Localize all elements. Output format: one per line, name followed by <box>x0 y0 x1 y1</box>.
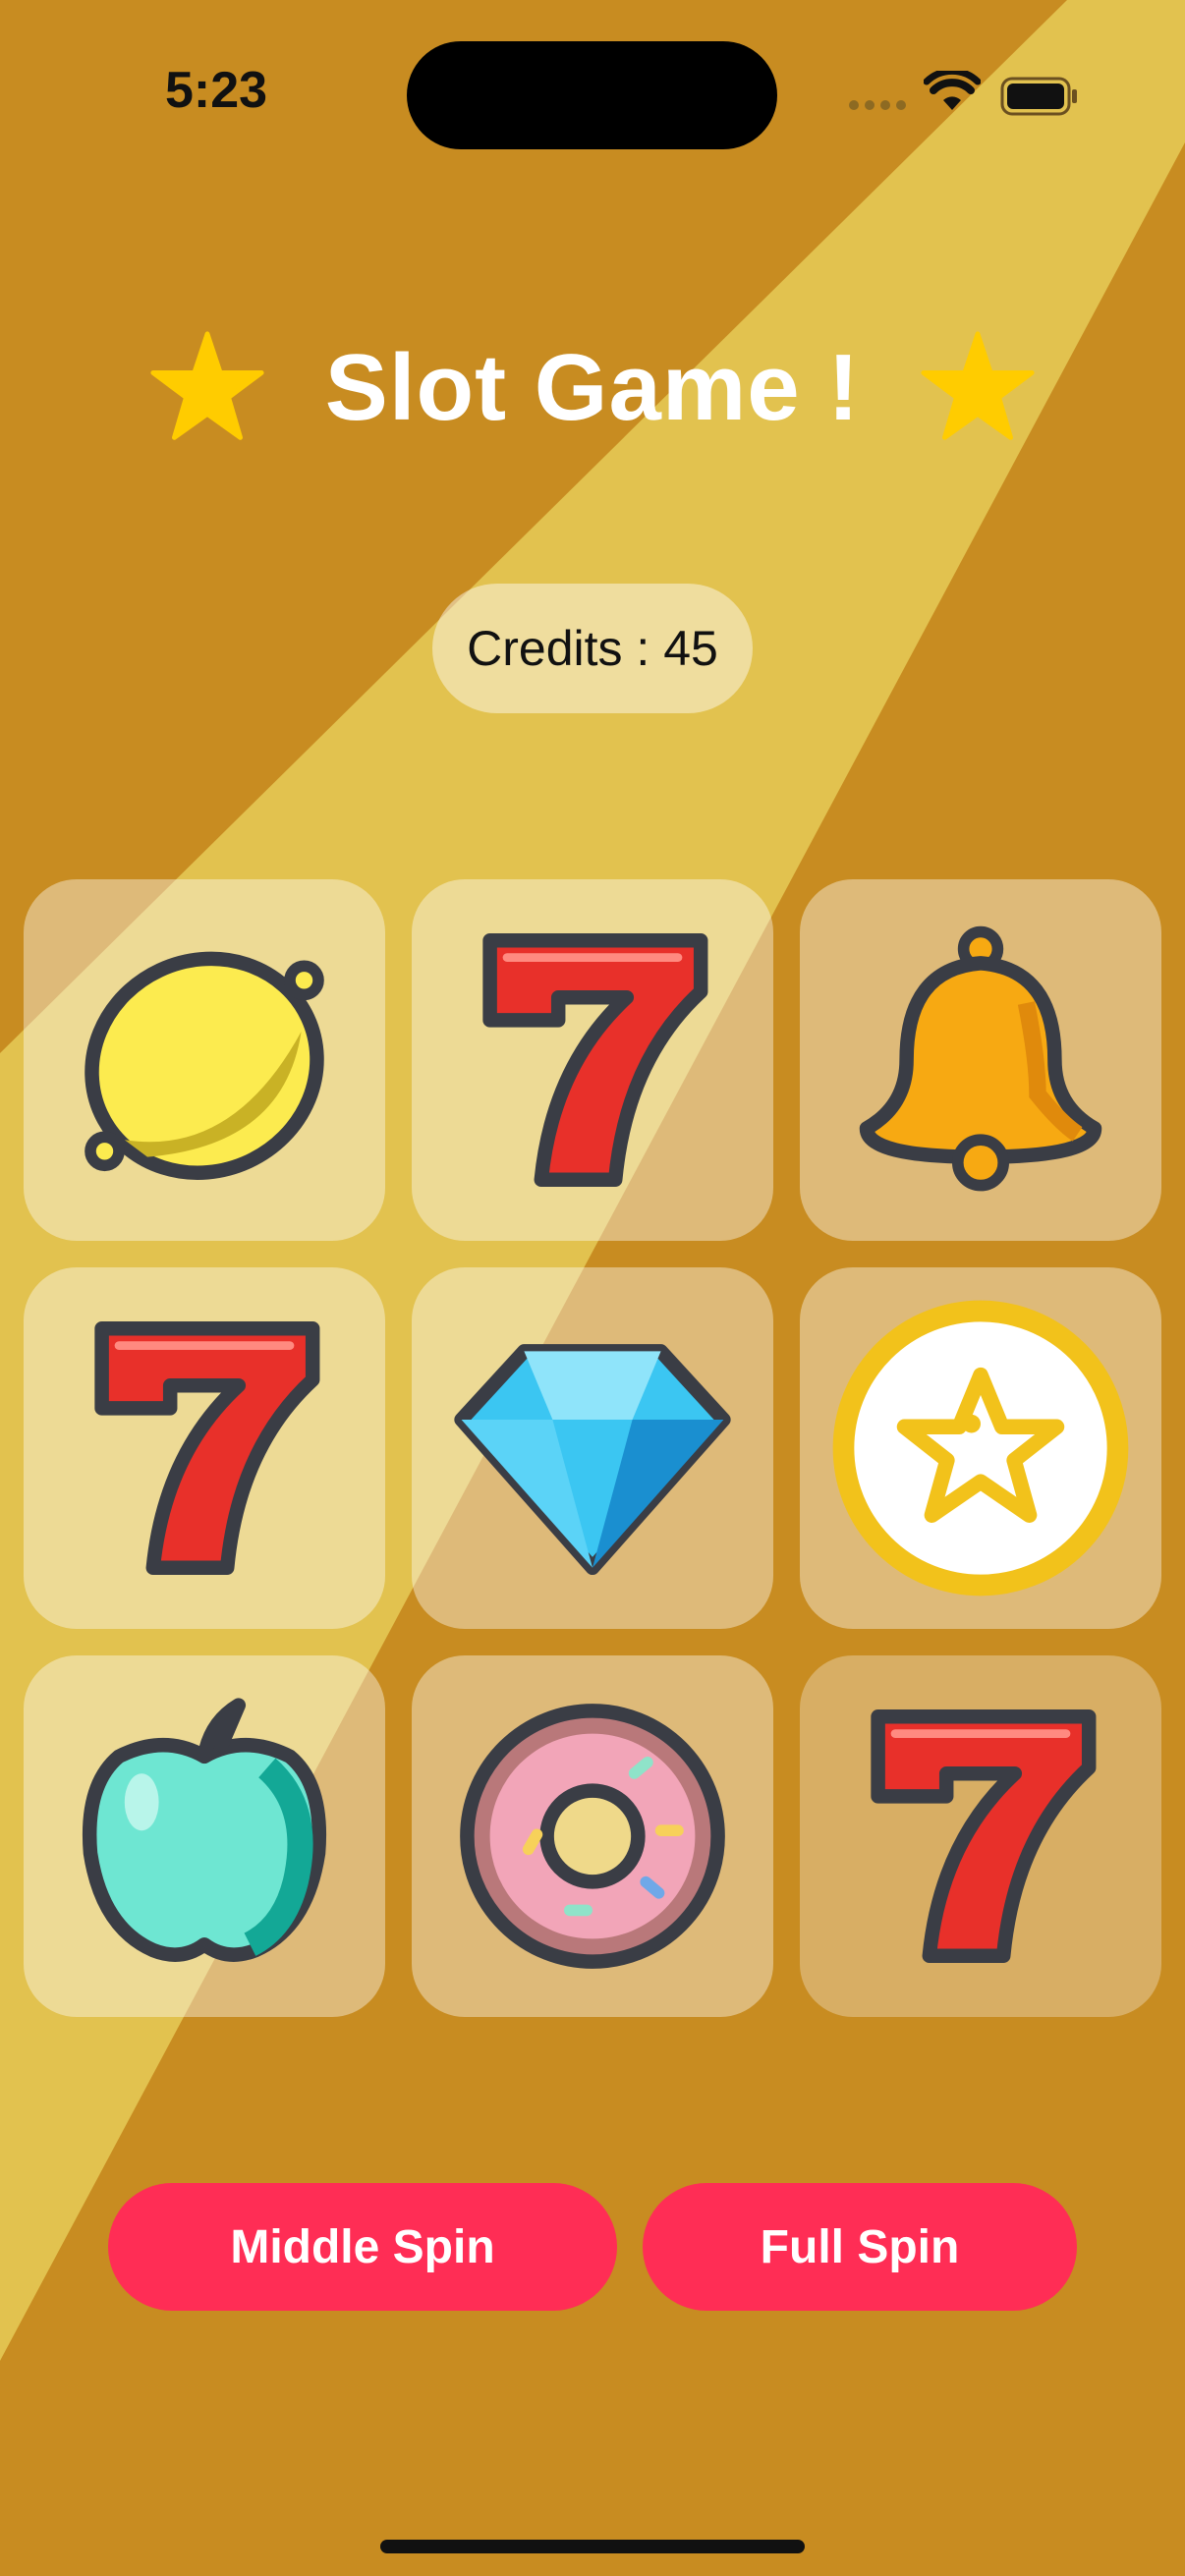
star-coin-icon <box>832 1300 1129 1596</box>
wifi-icon <box>924 71 981 110</box>
slot-cell <box>800 1655 1161 2017</box>
slot-grid <box>24 879 1161 2017</box>
slot-cell <box>412 1655 773 2017</box>
slot-cell <box>24 1267 385 1629</box>
apple-icon <box>82 1698 327 1962</box>
star-icon <box>150 331 264 440</box>
title-row: Slot Game ! <box>0 314 1185 462</box>
slot-cell <box>24 879 385 1241</box>
slot-cell <box>412 879 773 1241</box>
slot-cell <box>24 1655 385 2017</box>
battery-icon <box>1000 77 1077 116</box>
slot-cell <box>800 879 1161 1241</box>
lemon-icon <box>85 951 324 1180</box>
diamond-icon <box>454 1344 731 1576</box>
seven-icon <box>482 932 708 1188</box>
slot-cell <box>800 1267 1161 1629</box>
star-icon <box>921 331 1035 440</box>
donut-icon <box>460 1704 725 1969</box>
slot-cell <box>412 1267 773 1629</box>
middle-spin-button[interactable]: Middle Spin <box>108 2183 617 2311</box>
seven-icon <box>871 1708 1097 1964</box>
dynamic-island <box>407 41 777 149</box>
status-time: 5:23 <box>165 62 268 119</box>
credits-badge: Credits : 45 <box>432 584 753 713</box>
page-title: Slot Game ! <box>324 335 861 440</box>
full-spin-button[interactable]: Full Spin <box>643 2183 1077 2311</box>
seven-icon <box>94 1320 320 1576</box>
home-indicator[interactable] <box>380 2540 805 2553</box>
cellular-signal-icon <box>849 100 906 110</box>
bell-icon <box>859 925 1102 1192</box>
